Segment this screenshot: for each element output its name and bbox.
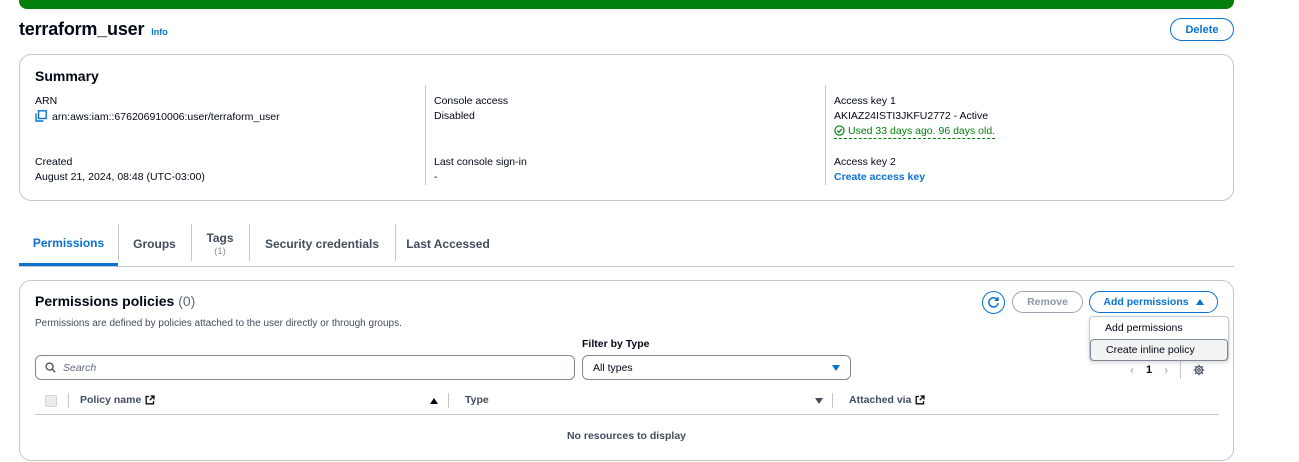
created-label: Created bbox=[35, 156, 73, 168]
created-value: August 21, 2024, 08:48 (UTC-03:00) bbox=[35, 171, 205, 183]
pagination: ‹ 1 › bbox=[1130, 361, 1205, 379]
console-access-value: Disabled bbox=[434, 110, 475, 122]
filter-by-type-label: Filter by Type bbox=[582, 338, 650, 350]
access-key-1-value: AKIAZ24ISTI3JKFU2772 - Active bbox=[834, 110, 989, 122]
tab-label: Tags bbox=[206, 231, 234, 245]
page-title: terraform_user bbox=[19, 19, 145, 39]
tab-label: Security credentials bbox=[264, 237, 380, 251]
filter-type-select[interactable]: All types bbox=[582, 355, 851, 380]
sort-icon[interactable] bbox=[815, 398, 823, 404]
search-input[interactable] bbox=[63, 361, 543, 374]
search-field[interactable] bbox=[35, 355, 575, 380]
tab-permissions[interactable]: Permissions bbox=[19, 222, 118, 266]
access-key-status-badge[interactable]: Used 33 days ago. 96 days old. bbox=[834, 125, 996, 139]
menu-item-add-permissions[interactable]: Add permissions bbox=[1090, 317, 1228, 339]
permissions-title: Permissions policies (0) bbox=[35, 293, 195, 309]
column-header-type[interactable]: Type bbox=[465, 394, 489, 406]
pager-divider bbox=[1180, 361, 1182, 379]
table-header: Policy name Type Attached via bbox=[35, 387, 1219, 415]
copy-icon[interactable] bbox=[35, 110, 47, 122]
check-circle-icon bbox=[834, 125, 845, 136]
search-icon bbox=[45, 362, 56, 373]
page-header: terraform_user Info bbox=[19, 19, 168, 40]
permissions-policies-panel: Permissions policies (0) Permissions are… bbox=[19, 280, 1234, 461]
menu-item-create-inline-policy[interactable]: Create inline policy bbox=[1090, 339, 1228, 361]
column-label: Type bbox=[465, 394, 489, 406]
column-header-attached-via[interactable]: Attached via bbox=[849, 394, 926, 406]
summary-title: Summary bbox=[35, 68, 99, 84]
refresh-icon bbox=[988, 296, 999, 308]
column-divider bbox=[832, 393, 833, 408]
column-divider bbox=[825, 85, 826, 185]
arn-text: arn:aws:iam::676206910006:user/terraform… bbox=[52, 111, 280, 123]
chevron-right-icon[interactable]: › bbox=[1164, 363, 1168, 377]
delete-button[interactable]: Delete bbox=[1170, 18, 1234, 41]
add-permissions-button[interactable]: Add permissions bbox=[1089, 291, 1218, 313]
filter-type-value: All types bbox=[593, 361, 633, 374]
column-divider bbox=[68, 393, 69, 408]
permissions-description: Permissions are defined by policies atta… bbox=[35, 318, 402, 329]
column-divider bbox=[425, 85, 426, 185]
tab-label: Permissions bbox=[32, 235, 105, 250]
arn-value: arn:aws:iam::676206910006:user/terraform… bbox=[35, 110, 280, 123]
access-key-1-label: Access key 1 bbox=[834, 95, 896, 107]
tab-security-credentials[interactable]: Security credentials bbox=[249, 222, 395, 266]
create-access-key-link[interactable]: Create access key bbox=[834, 171, 925, 183]
column-label: Policy name bbox=[80, 394, 142, 406]
tab-tags[interactable]: Tags (1) bbox=[191, 222, 249, 266]
remove-button[interactable]: Remove bbox=[1012, 291, 1083, 313]
page-number[interactable]: 1 bbox=[1146, 364, 1152, 376]
access-key-status-text: Used 33 days ago. 96 days old. bbox=[848, 125, 996, 137]
tab-count: (1) bbox=[214, 246, 226, 257]
column-header-policy-name[interactable]: Policy name bbox=[80, 394, 155, 406]
empty-state-message: No resources to display bbox=[566, 430, 687, 442]
external-link-icon bbox=[915, 395, 926, 405]
tab-label: Last Accessed bbox=[406, 237, 490, 251]
chevron-left-icon[interactable]: ‹ bbox=[1130, 363, 1134, 377]
tab-bar: Permissions Groups Tags (1) Security cre… bbox=[19, 222, 1234, 267]
external-link-icon bbox=[145, 395, 155, 405]
gear-icon[interactable] bbox=[1193, 364, 1205, 376]
tab-last-accessed[interactable]: Last Accessed bbox=[395, 222, 501, 266]
access-key-2-label: Access key 2 bbox=[834, 156, 896, 168]
last-signin-value: - bbox=[434, 171, 438, 183]
select-all-checkbox[interactable] bbox=[45, 395, 57, 407]
caret-down-icon bbox=[832, 364, 840, 371]
sort-ascending-icon[interactable] bbox=[430, 398, 438, 404]
summary-panel: Summary ARN arn:aws:iam::676206910006:us… bbox=[19, 54, 1234, 201]
permissions-count: (0) bbox=[178, 293, 196, 309]
arn-label: ARN bbox=[35, 95, 58, 107]
tab-groups[interactable]: Groups bbox=[118, 222, 191, 266]
column-label: Attached via bbox=[849, 394, 912, 406]
permissions-title-text: Permissions policies bbox=[35, 293, 175, 309]
last-signin-label: Last console sign-in bbox=[434, 156, 527, 168]
info-link[interactable]: Info bbox=[151, 27, 168, 37]
add-permissions-label: Add permissions bbox=[1103, 296, 1189, 308]
success-banner bbox=[19, 0, 1234, 9]
console-access-label: Console access bbox=[434, 95, 509, 107]
access-key-1-status: Used 33 days ago. 96 days old. bbox=[834, 125, 996, 139]
column-divider bbox=[448, 393, 449, 408]
caret-up-icon bbox=[1195, 299, 1204, 305]
add-permissions-menu: Add permissions Create inline policy bbox=[1089, 316, 1229, 361]
tab-label: Groups bbox=[133, 237, 176, 251]
refresh-button[interactable] bbox=[982, 291, 1005, 314]
